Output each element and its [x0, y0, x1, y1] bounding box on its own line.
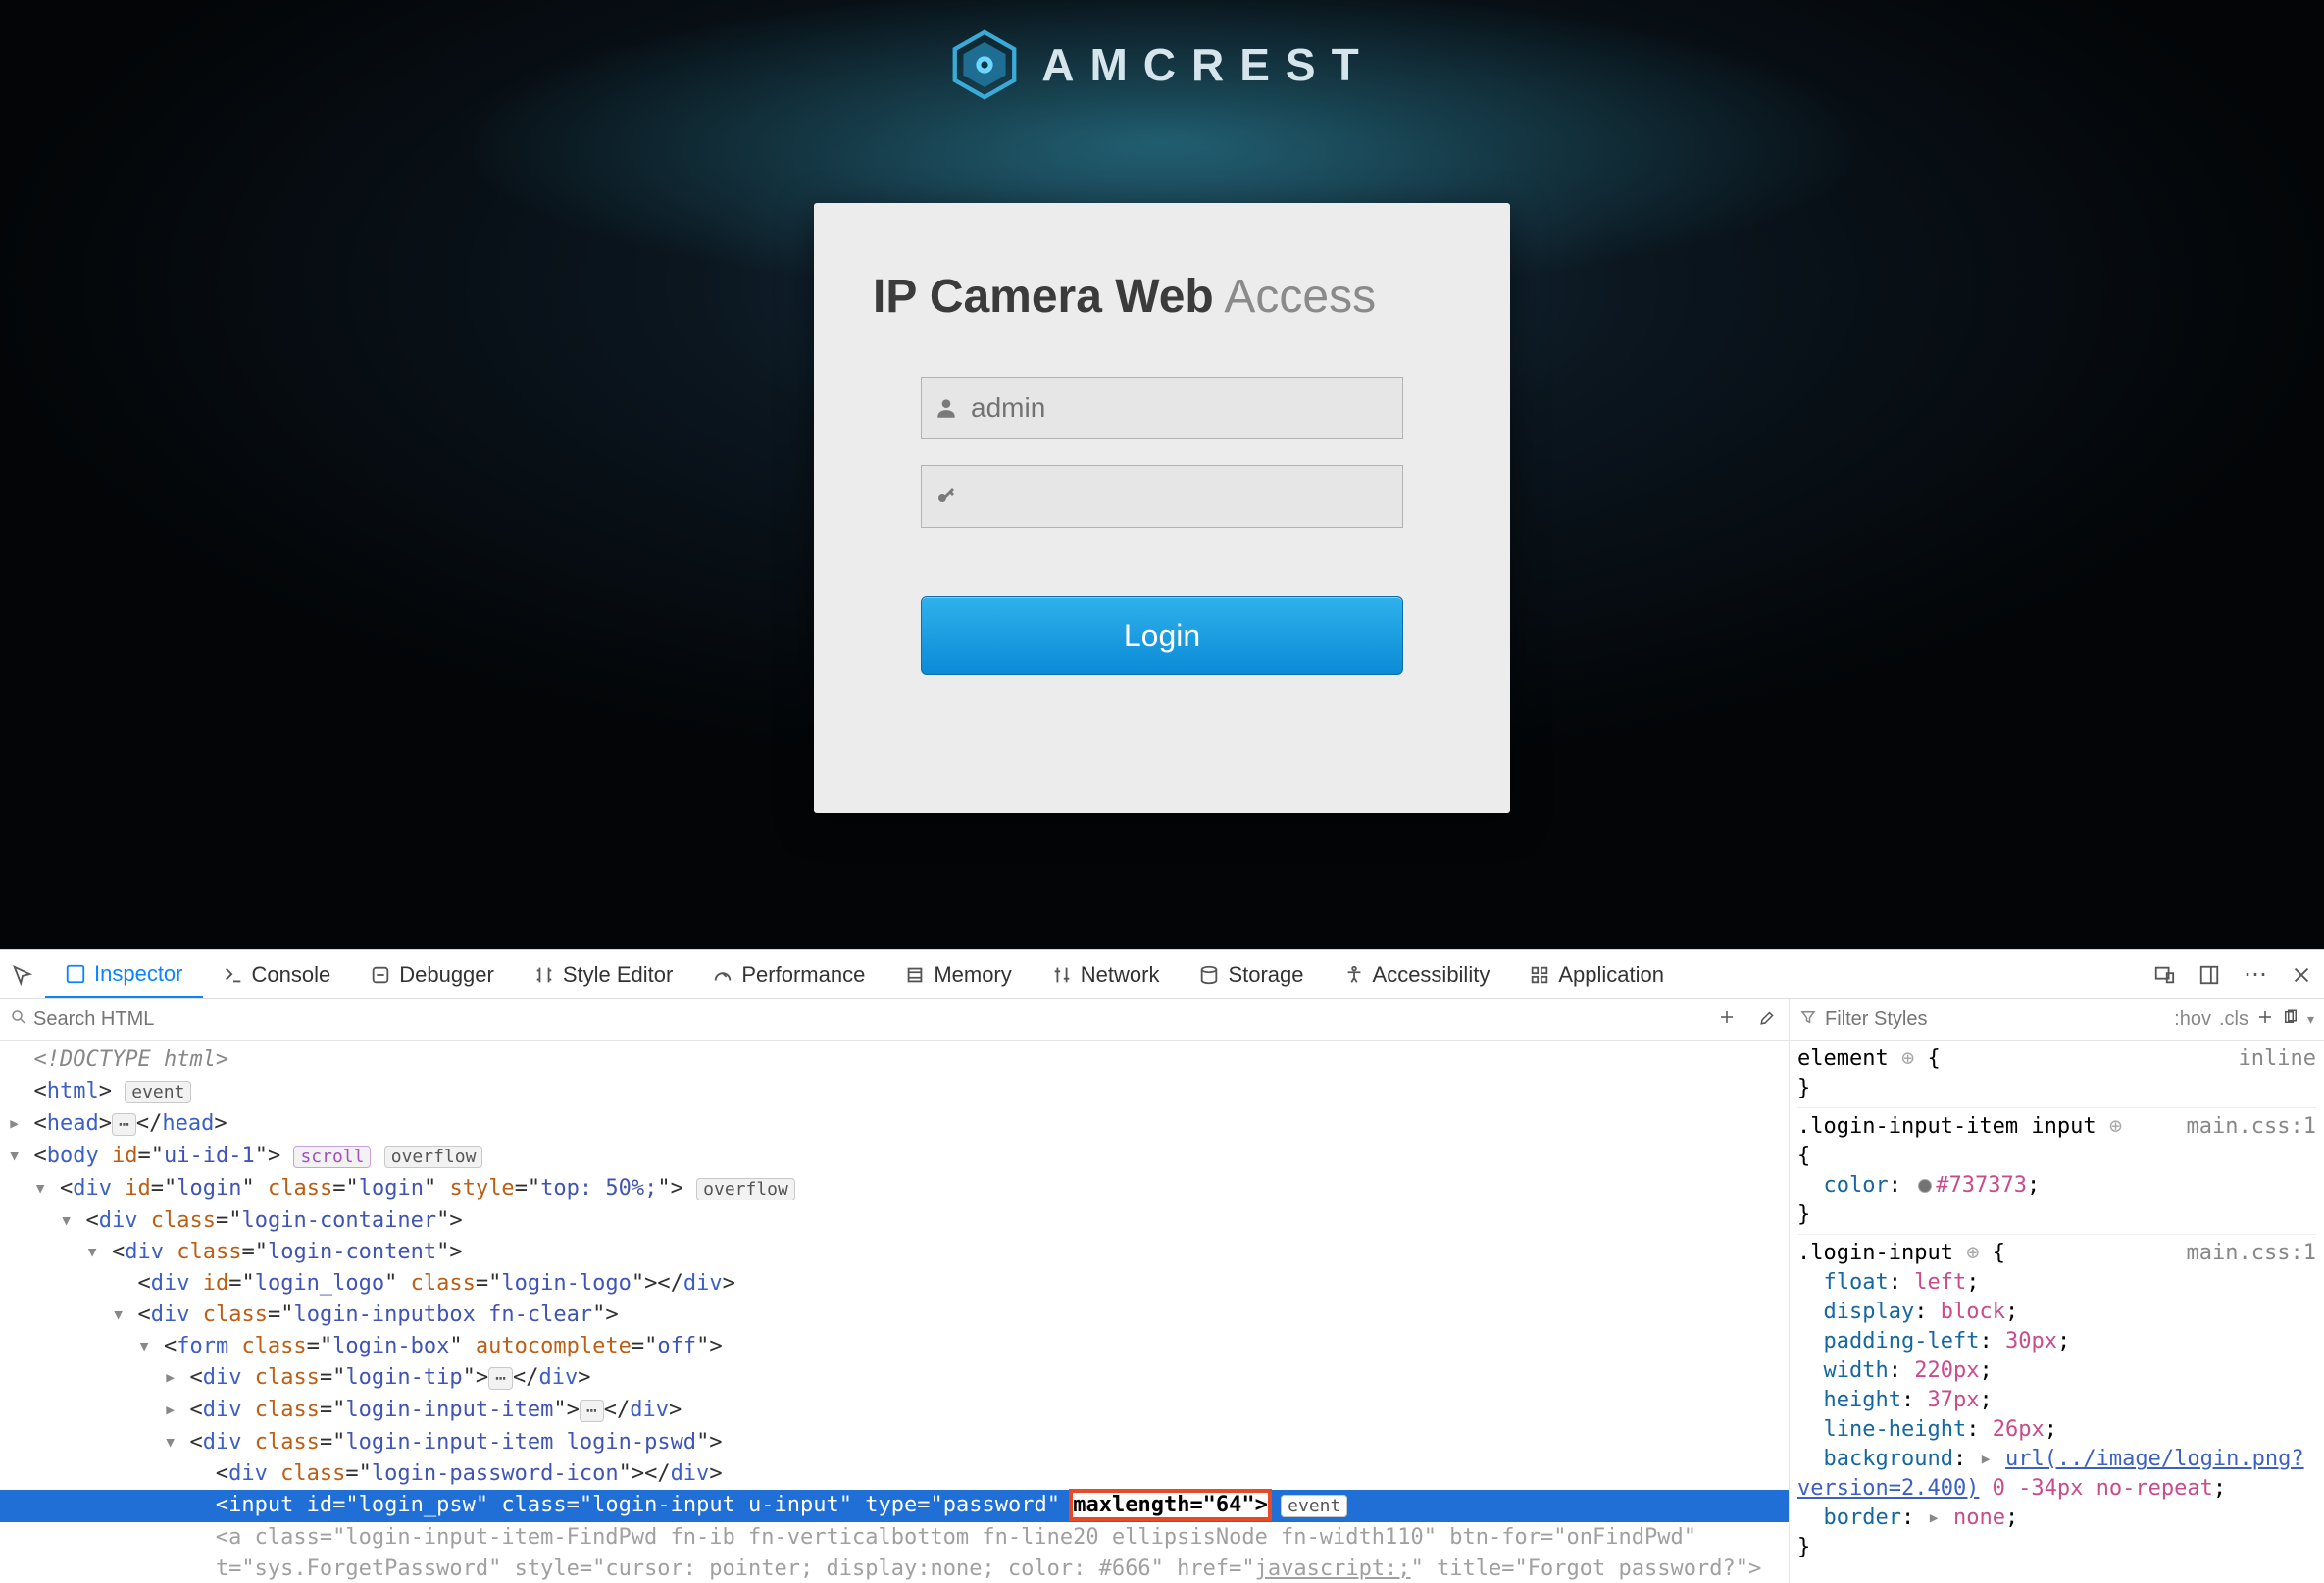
brand-name-text: AMCREST [1041, 38, 1374, 91]
dom-line[interactable]: ▸ <head>⋯</head> [0, 1108, 1789, 1141]
dom-line[interactable]: t="sys.ForgetPassword" style="cursor: po… [0, 1554, 1789, 1583]
username-input[interactable] [971, 392, 1402, 424]
login-title: IP Camera Web Access [873, 270, 1451, 324]
devtools-toolbar: Inspector Console Debugger Style Editor … [0, 950, 2324, 999]
user-icon [922, 378, 971, 438]
dom-line[interactable]: ▾ <div class="login-input-item login-psw… [0, 1427, 1789, 1458]
username-field-wrap [921, 377, 1403, 439]
dom-line[interactable]: <a class="login-input-item-FindPwd fn-ib… [0, 1522, 1789, 1554]
camera-login-page: AMCREST IP Camera Web Access Login [0, 0, 2324, 949]
chevron-down-icon[interactable]: ▾ [2307, 1011, 2314, 1028]
eyedropper-icon[interactable] [1747, 1008, 1789, 1032]
tab-application[interactable]: Application [1509, 950, 1684, 998]
tab-network[interactable]: Network [1032, 950, 1180, 998]
tab-console[interactable]: Console [203, 950, 351, 998]
password-input[interactable] [971, 481, 1402, 512]
brand-header: AMCREST [0, 29, 2324, 100]
highlighted-maxlength: maxlength="64"> [1073, 1493, 1268, 1517]
dom-line[interactable]: ▸ <div class="login-input-item">⋯</div> [0, 1395, 1789, 1427]
more-icon[interactable]: ⋯ [2232, 960, 2279, 989]
dom-line[interactable]: ▾ <body id="ui-id-1"> scroll overflow [0, 1141, 1789, 1173]
login-button[interactable]: Login [921, 596, 1403, 675]
copy-icon[interactable] [2282, 1008, 2299, 1032]
login-panel: IP Camera Web Access Login [814, 203, 1510, 813]
login-title-thin: Access [1214, 271, 1376, 323]
styles-pane[interactable]: element ⊕ { inline } .login-input-item i… [1789, 1041, 2324, 1583]
html-search-input[interactable] [33, 1008, 1706, 1031]
new-rule-icon[interactable] [2256, 1008, 2274, 1032]
dom-selected-line[interactable]: <input id="login_psw" class="login-input… [0, 1490, 1789, 1522]
devtools-panel: Inspector Console Debugger Style Editor … [0, 949, 2324, 1583]
amcrest-logo-icon [949, 29, 1020, 100]
dom-line[interactable]: <div class="login-password-icon"></div> [0, 1458, 1789, 1490]
tab-inspector[interactable]: Inspector [45, 950, 203, 998]
dom-line[interactable]: ▾ <div id="login" class="login" style="t… [0, 1173, 1789, 1205]
dom-line[interactable]: ▾ <div class="login-container"> [0, 1205, 1789, 1237]
target-icon[interactable]: ⊕ [1966, 1241, 1979, 1265]
styles-pane-header: :hov .cls ▾ [1789, 999, 2324, 1040]
tab-style-editor[interactable]: Style Editor [514, 950, 693, 998]
password-field-wrap [921, 465, 1403, 528]
dom-line[interactable]: ▾ <form class="login-box" autocomplete="… [0, 1331, 1789, 1362]
dom-line[interactable]: ▾ <div class="login-inputbox fn-clear"> [0, 1300, 1789, 1331]
tab-memory[interactable]: Memory [884, 950, 1031, 998]
login-title-bold: IP Camera Web [873, 271, 1214, 323]
responsive-mode-icon[interactable] [2142, 964, 2187, 986]
tab-storage[interactable]: Storage [1179, 950, 1323, 998]
dom-line[interactable]: <html> event [0, 1076, 1789, 1108]
target-icon[interactable]: ⊕ [2109, 1114, 2122, 1139]
tab-debugger[interactable]: Debugger [350, 950, 514, 998]
dom-line[interactable]: ▸ <div class="login-tip">⋯</div> [0, 1362, 1789, 1395]
hov-toggle[interactable]: :hov [2174, 1008, 2211, 1031]
dock-mode-icon[interactable] [2187, 964, 2232, 986]
search-icon [10, 1008, 27, 1032]
tab-performance[interactable]: Performance [692, 950, 884, 998]
target-icon[interactable]: ⊕ [1901, 1047, 1914, 1071]
dom-tree[interactable]: <!DOCTYPE html> <html> event ▸ <head>⋯</… [0, 1041, 1789, 1583]
dom-line[interactable]: <div id="login_logo" class="login-logo">… [0, 1268, 1789, 1300]
close-icon[interactable] [2279, 964, 2324, 986]
login-button-label: Login [1124, 618, 1200, 654]
add-node-icon[interactable] [1706, 1008, 1747, 1032]
filter-icon [1799, 1008, 1817, 1032]
devtools-subtoolbar: :hov .cls ▾ [0, 999, 2324, 1041]
dom-line[interactable]: <!DOCTYPE html> [0, 1045, 1789, 1076]
tab-accessibility[interactable]: Accessibility [1324, 950, 1510, 998]
key-icon [922, 466, 971, 527]
element-picker-icon[interactable] [0, 964, 45, 986]
cls-toggle[interactable]: .cls [2219, 1008, 2248, 1031]
styles-filter-input[interactable] [1825, 1008, 2166, 1031]
dom-line[interactable]: ▾ <div class="login-content"> [0, 1237, 1789, 1268]
